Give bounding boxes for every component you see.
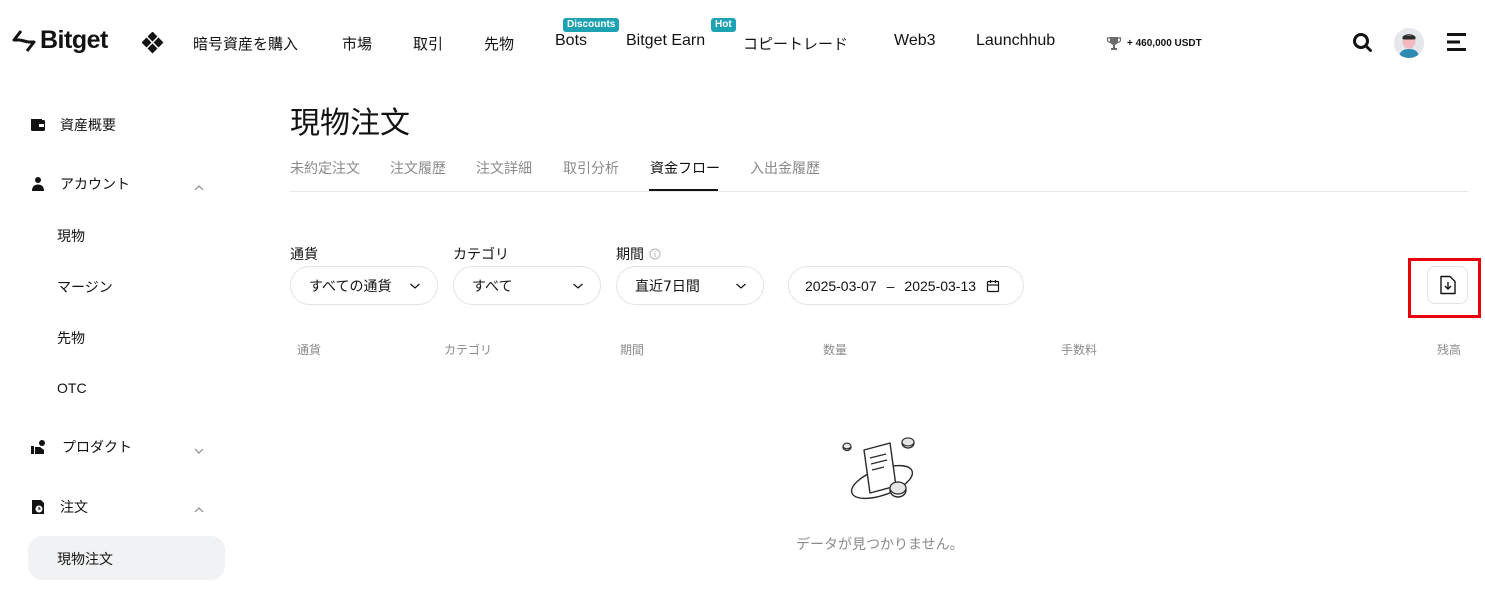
- chevron-up-icon[interactable]: [193, 500, 205, 519]
- active-tab-indicator: [649, 189, 718, 191]
- product-icon: [31, 440, 45, 454]
- chevron-down-icon: [410, 283, 420, 289]
- wallet-icon: [31, 119, 45, 131]
- menu-icon[interactable]: [1447, 33, 1467, 55]
- sidebar-item-otc[interactable]: OTC: [57, 380, 87, 396]
- sidebar-item-spot-account[interactable]: 現物: [57, 226, 85, 246]
- nav-bitget-earn[interactable]: Bitget Earn: [626, 32, 705, 50]
- info-icon[interactable]: [649, 248, 661, 260]
- sidebar-item-orders[interactable]: 注文: [30, 497, 88, 517]
- period-select[interactable]: 直近7日間: [616, 266, 764, 305]
- nav-buy-crypto[interactable]: 暗号資産を購入: [193, 33, 298, 54]
- chevron-down-icon: [573, 283, 583, 289]
- tab-order-history[interactable]: 注文履歴: [390, 158, 446, 178]
- period-select-value: 直近7日間: [635, 278, 700, 295]
- account-icon: [32, 177, 44, 191]
- tab-open-orders[interactable]: 未約定注文: [290, 158, 360, 178]
- sidebar-item-futures-account[interactable]: 先物: [57, 328, 85, 348]
- download-file-icon: [1439, 275, 1456, 295]
- nav-launchhub[interactable]: Launchhub: [976, 32, 1055, 50]
- date-start: 2025-03-07: [805, 277, 877, 294]
- sidebar-item-spot-orders[interactable]: 現物注文: [57, 549, 113, 569]
- nav-copy-trade[interactable]: コピートレード: [743, 33, 848, 54]
- sidebar-item-products[interactable]: プロダクト: [30, 437, 132, 457]
- tab-order-details[interactable]: 注文詳細: [476, 158, 532, 178]
- category-select[interactable]: すべて: [453, 266, 601, 305]
- empty-state-illustration: [838, 432, 922, 512]
- nav-futures[interactable]: 先物: [484, 33, 514, 54]
- date-end: 2025-03-13: [904, 277, 977, 294]
- column-header-quantity: 数量: [823, 343, 848, 357]
- currency-select[interactable]: すべての通貨: [290, 266, 438, 305]
- column-header-period: 期間: [620, 343, 645, 357]
- column-header-fee: 手数料: [1061, 343, 1098, 357]
- category-select-value: すべて: [472, 278, 513, 295]
- export-button[interactable]: [1427, 266, 1468, 304]
- sidebar-item-margin[interactable]: マージン: [57, 277, 113, 297]
- bitget-logo-icon: [12, 29, 36, 52]
- chevron-down-icon: [736, 283, 746, 289]
- sidebar-item-assets[interactable]: 資産概要: [30, 115, 116, 135]
- avatar[interactable]: [1394, 28, 1424, 58]
- top-nav: Bitget 暗号資産を購入 市場 取引 先物 Discounts Bots H…: [0, 0, 1485, 84]
- prize-promo[interactable]: + 460,000 USDT: [1106, 35, 1202, 51]
- tab-trade-analysis[interactable]: 取引分析: [563, 158, 619, 178]
- apps-grid-icon[interactable]: [141, 31, 164, 58]
- sidebar-item-label: 注文: [60, 500, 88, 516]
- chevron-up-icon[interactable]: [193, 178, 205, 197]
- nav-web3[interactable]: Web3: [894, 32, 936, 50]
- column-header-balance: 残高: [1437, 343, 1462, 357]
- tab-deposit-withdraw-history[interactable]: 入出金履歴: [750, 158, 820, 178]
- trophy-icon: [1106, 37, 1122, 50]
- sidebar: 資産概要 アカウント 現物 マージン 先物 OTC プロダクト 注文 現物注文: [0, 84, 240, 598]
- sidebar-item-account[interactable]: アカウント: [30, 174, 130, 194]
- date-range-picker[interactable]: 2025-03-07 – 2025-03-13: [788, 266, 1024, 305]
- hot-badge: Hot: [711, 18, 736, 32]
- prize-amount: + 460,000 USDT: [1127, 37, 1202, 49]
- logo-text: Bitget: [40, 26, 108, 54]
- column-header-category: カテゴリ: [444, 343, 493, 357]
- sidebar-item-label: アカウント: [60, 177, 130, 193]
- category-filter-label: カテゴリ: [453, 247, 509, 263]
- sidebar-item-label: 資産概要: [60, 118, 116, 134]
- tab-fund-flow[interactable]: 資金フロー: [650, 158, 720, 178]
- column-header-currency: 通貨: [297, 343, 322, 357]
- nav-bots[interactable]: Bots: [555, 32, 587, 50]
- period-filter-label: 期間: [616, 244, 661, 264]
- order-icon: [32, 500, 44, 514]
- period-label-text: 期間: [616, 247, 644, 263]
- empty-state-message: データが見つかりません。: [796, 537, 964, 553]
- search-icon[interactable]: [1352, 30, 1374, 58]
- nav-markets[interactable]: 市場: [342, 33, 372, 54]
- page-title: 現物注文: [290, 106, 410, 141]
- currency-filter-label: 通貨: [290, 247, 318, 263]
- bitget-logo[interactable]: Bitget: [12, 26, 108, 55]
- chevron-down-icon[interactable]: [193, 441, 205, 460]
- date-separator: –: [886, 277, 895, 294]
- tab-bar: 未約定注文 注文履歴 注文詳細 取引分析 資金フロー 入出金履歴: [290, 158, 1468, 192]
- currency-select-value: すべての通貨: [309, 278, 392, 295]
- nav-trade[interactable]: 取引: [413, 33, 443, 54]
- calendar-icon: [986, 279, 1000, 292]
- sidebar-item-label: プロダクト: [62, 440, 132, 456]
- discounts-badge: Discounts: [563, 18, 620, 32]
